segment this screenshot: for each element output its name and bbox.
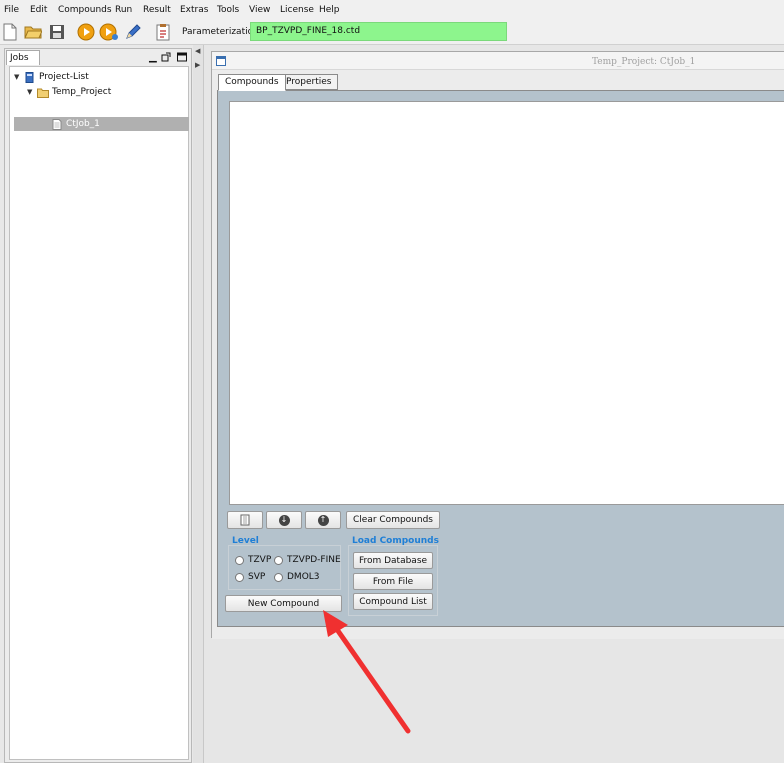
radio-label: TZVPD-FINE [287,555,341,565]
tree-label: Project-List [39,72,89,82]
maximize-icon[interactable] [177,52,187,65]
compound-table-button[interactable] [227,511,263,529]
menu-view[interactable]: View [249,5,270,15]
menu-file[interactable]: File [4,5,19,15]
table-icon [240,514,250,526]
arrow-up-icon: ↑ [317,514,329,526]
radio-circle-icon [235,555,244,565]
radio-tzvp[interactable]: TZVP [235,555,271,565]
compound-list[interactable] [229,101,784,505]
menu-edit[interactable]: Edit [30,5,47,15]
panel-splitter[interactable]: ◀ ▶ [193,45,203,763]
menu-license[interactable]: License [280,5,314,15]
level-group [228,545,341,590]
from-database-button[interactable]: From Database [353,552,433,569]
tree-item-project-list[interactable]: ▼ Project-List [14,70,89,84]
tab-properties[interactable]: Properties [279,74,339,90]
window-icon [216,56,226,66]
menu-run[interactable]: Run [115,5,132,15]
expand-down-icon[interactable]: ▼ [14,73,24,81]
project-tree: ▼ Project-List ▼ Temp_Project CtJob_1 [9,66,189,760]
menu-bar: File Edit Compounds Run Result Extras To… [0,0,784,20]
radio-circle-icon [235,572,244,582]
radio-dmol3[interactable]: DMOL3 [274,572,320,582]
minimize-icon[interactable]: ▁ [149,52,157,63]
menu-compounds[interactable]: Compounds [58,5,112,15]
menu-help[interactable]: Help [319,5,340,15]
collapse-left-icon[interactable]: ◀ [195,47,200,55]
parameterization-field[interactable]: BP_TZVPD_FINE_18.ctd [250,22,507,41]
job-window-titlebar[interactable]: Temp_Project: CtJob_1 [212,52,784,70]
new-file-icon[interactable] [0,22,20,42]
radio-label: TZVP [248,555,272,565]
toolbar: Parameterization: BP_TZVPD_FINE_18.ctd [0,20,784,45]
open-folder-icon[interactable] [23,22,43,42]
radio-label: DMOL3 [287,572,320,582]
radio-circle-icon [274,555,283,565]
menu-result[interactable]: Result [143,5,171,15]
clear-compounds-button[interactable]: Clear Compounds [346,511,440,529]
compound-list-button[interactable]: Compound List [353,593,433,610]
new-compound-button[interactable]: New Compound [225,595,342,612]
move-down-button[interactable]: ↓ [266,511,302,529]
radio-svp[interactable]: SVP [235,572,265,582]
restore-icon[interactable] [161,52,171,65]
menu-extras[interactable]: Extras [180,5,208,15]
clipboard-icon[interactable] [153,22,173,42]
radio-circle-icon [274,572,283,582]
tree-item-project[interactable]: ▼ Temp_Project [27,85,111,99]
expand-down-icon[interactable]: ▼ [27,88,37,96]
tree-label: CtJob_1 [66,119,100,129]
project-list-icon [25,71,34,83]
expand-right-icon[interactable]: ▶ [195,61,200,69]
save-icon[interactable] [47,22,67,42]
run-queue-icon[interactable] [99,22,119,42]
radio-label: SVP [248,572,266,582]
move-up-button[interactable]: ↑ [305,511,341,529]
menu-tools[interactable]: Tools [217,5,239,15]
job-window-title: Temp_Project: CtJob_1 [592,57,696,67]
document-icon [52,118,62,130]
jobs-tab[interactable]: Jobs [6,50,40,65]
arrow-down-icon: ↓ [278,514,290,526]
tree-label: Temp_Project [52,87,112,97]
folder-icon [37,88,49,98]
edit-pencil-icon[interactable] [123,22,143,42]
tree-item-job[interactable]: CtJob_1 [14,117,189,131]
tab-compounds[interactable]: Compounds [218,74,286,91]
radio-tzvpd-fine[interactable]: TZVPD-FINE [274,555,341,565]
from-file-button[interactable]: From File [353,573,433,590]
jobs-panel: Jobs ▁ ▼ Project-List ▼ Temp_Project CtJ… [4,48,192,763]
run-icon[interactable] [76,22,96,42]
